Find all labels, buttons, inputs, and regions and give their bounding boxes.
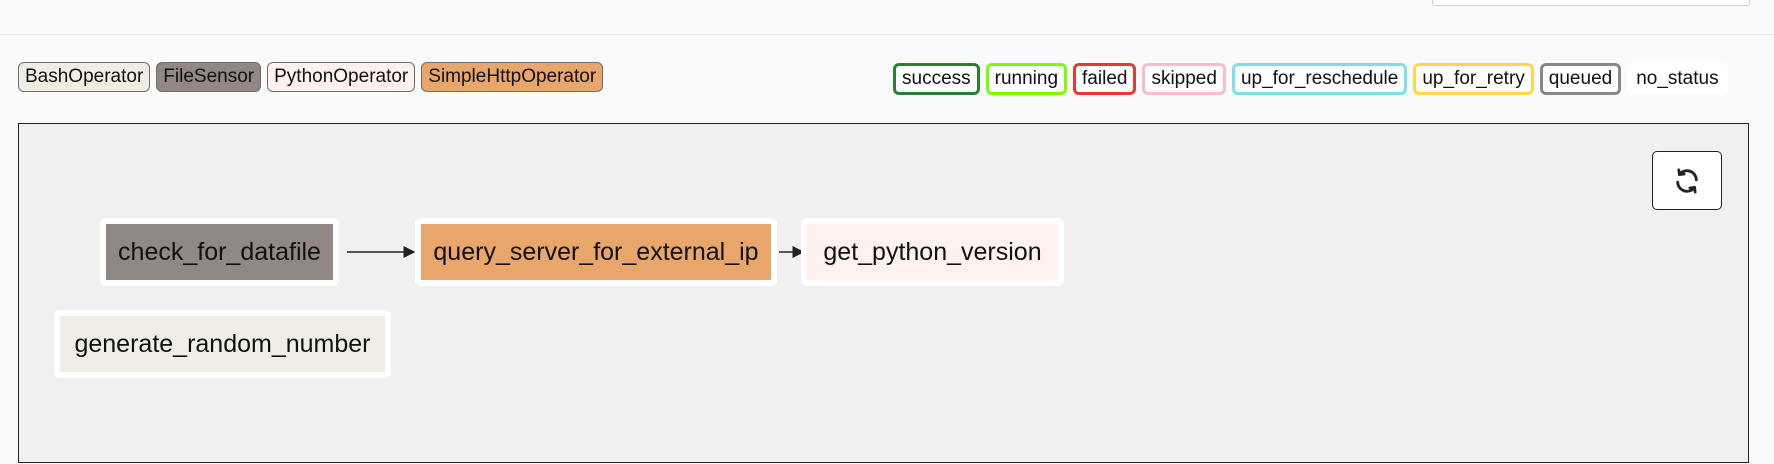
operator-badge-python: PythonOperator — [267, 62, 416, 92]
search-input[interactable] — [1432, 0, 1750, 6]
status-badge-up-for-reschedule: up_for_reschedule — [1231, 63, 1408, 95]
status-badge-success: success — [893, 63, 980, 95]
dag-graph-canvas[interactable]: check_for_datafile query_server_for_exte… — [18, 123, 1749, 463]
operator-badge-bash: BashOperator — [18, 62, 151, 92]
task-node-query-server-for-external-ip[interactable]: query_server_for_external_ip — [415, 218, 777, 286]
operator-badge-simplehttp: SimpleHttpOperator — [421, 62, 604, 92]
status-badge-up-for-retry: up_for_retry — [1413, 63, 1534, 95]
status-legend: success running failed skipped up_for_re… — [893, 63, 1728, 95]
graph-edges — [347, 246, 805, 258]
operator-legend: BashOperator FileSensor PythonOperator S… — [18, 62, 604, 92]
refresh-button[interactable] — [1652, 151, 1722, 210]
refresh-icon — [1676, 168, 1698, 193]
status-badge-no-status: no_status — [1627, 63, 1728, 95]
status-badge-running: running — [985, 63, 1068, 95]
status-badge-skipped: skipped — [1142, 63, 1226, 95]
operator-badge-filesensor: FileSensor — [156, 62, 262, 92]
task-node-check-for-datafile[interactable]: check_for_datafile — [100, 218, 339, 286]
task-node-generate-random-number[interactable]: generate_random_number — [54, 310, 391, 378]
status-badge-failed: failed — [1073, 63, 1137, 95]
divider — [0, 34, 1774, 35]
status-badge-queued: queued — [1539, 63, 1622, 95]
task-node-get-python-version[interactable]: get_python_version — [801, 218, 1064, 286]
